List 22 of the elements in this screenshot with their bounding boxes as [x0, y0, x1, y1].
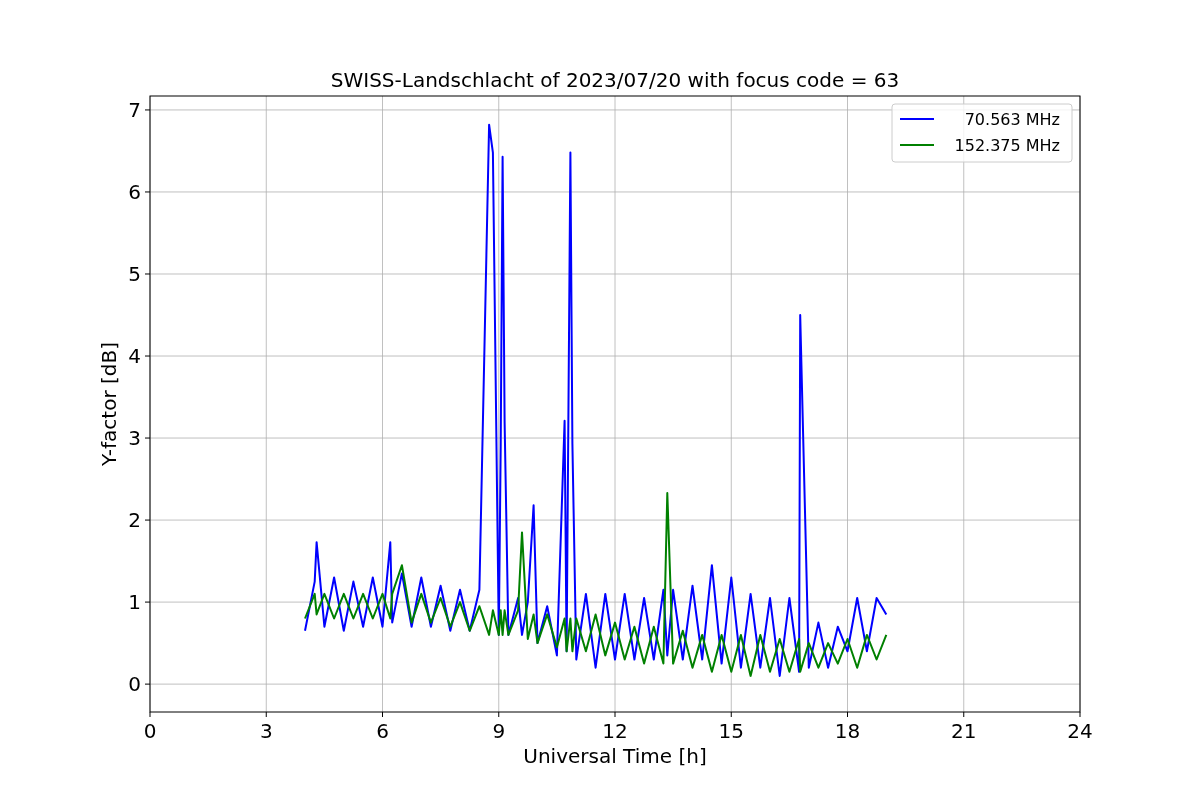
- legend-label: 70.563 MHz: [964, 110, 1060, 129]
- y-tick-label: 7: [128, 97, 141, 122]
- y-tick-label: 0: [128, 672, 141, 697]
- x-tick-label: 12: [602, 719, 628, 743]
- x-tick-label: 3: [259, 719, 273, 743]
- y-tick-label: 3: [128, 426, 141, 451]
- x-tick-label: 21: [951, 719, 977, 743]
- y-tick-label: 4: [128, 344, 141, 368]
- y-tick-label: 1: [128, 590, 141, 615]
- y-tick-label: 5: [128, 262, 141, 286]
- y-axis-label: Y-factor [dB]: [97, 342, 121, 466]
- x-tick-label: 18: [834, 719, 861, 743]
- legend-label: 152.375 MHz: [954, 136, 1060, 155]
- x-tick-label: 0: [143, 719, 157, 743]
- x-axis-label: Universal Time [h]: [523, 744, 707, 768]
- y-tick-label: 2: [128, 508, 141, 533]
- x-tick-label: 15: [718, 719, 744, 743]
- x-tick-label: 24: [1067, 719, 1093, 743]
- chart-title: SWISS-Landschlacht of 2023/07/20 with focus code = 63: [330, 68, 900, 92]
- y-tick-label: 6: [128, 179, 141, 204]
- x-tick-label: 6: [376, 719, 389, 743]
- x-tick-label: 9: [492, 719, 506, 743]
